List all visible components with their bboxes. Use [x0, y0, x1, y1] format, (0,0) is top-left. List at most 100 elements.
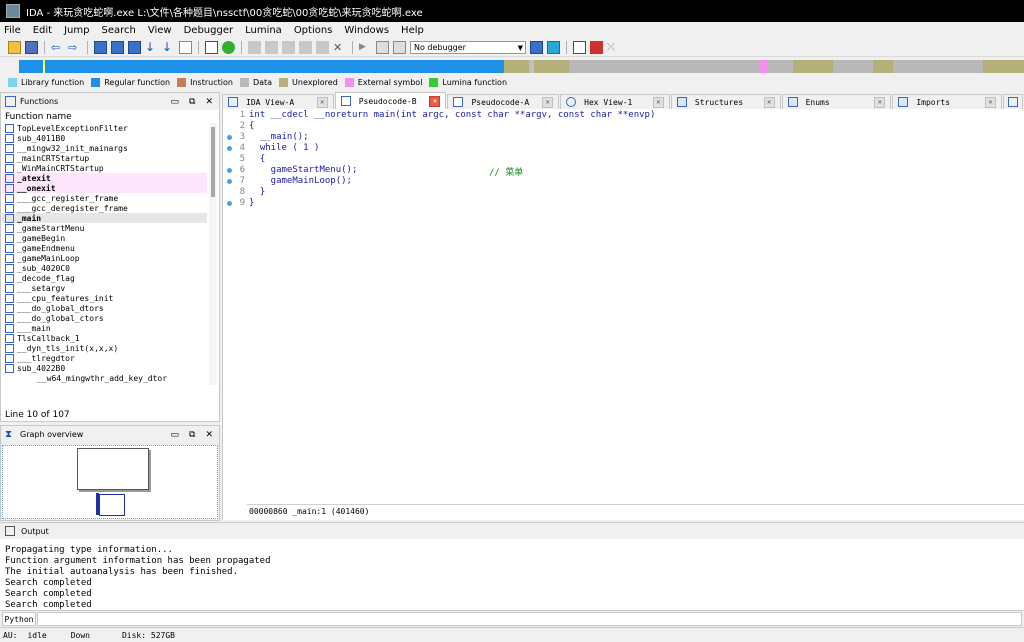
menu-options[interactable]: Options [294, 25, 333, 36]
function-row[interactable]: _decode_flag [2, 273, 207, 283]
breakpoint-dot-icon[interactable] [227, 146, 232, 151]
graph-view-icon[interactable] [205, 41, 218, 54]
close-pane-icon[interactable]: ✕ [205, 97, 213, 107]
function-row[interactable]: __mingw32_init_mainargs [2, 143, 207, 153]
search-next-icon[interactable] [128, 41, 141, 54]
function-row[interactable]: ___gcc_deregister_frame [2, 203, 207, 213]
tab-hex-view-1[interactable]: Hex View-1 ✕ [560, 94, 670, 109]
jump-down-icon[interactable]: ↓ [145, 41, 158, 54]
function-row[interactable]: ___do_global_ctors [2, 313, 207, 323]
function-row[interactable]: ___do_global_dtors [2, 303, 207, 313]
close-tab-icon[interactable]: ✕ [429, 95, 441, 107]
function-row[interactable]: _sub_4020C0 [2, 263, 207, 273]
menu-lumina[interactable]: Lumina [245, 25, 282, 36]
output-log[interactable]: Propagating type information... Function… [5, 545, 271, 611]
function-row[interactable]: ___gcc_register_frame [2, 193, 207, 203]
close-tab-icon[interactable]: ✕ [652, 96, 664, 108]
binary-search-icon[interactable] [94, 41, 107, 54]
hex-icon[interactable] [282, 41, 295, 54]
attach-process-icon[interactable] [547, 41, 560, 54]
python-command-input[interactable] [37, 612, 1022, 626]
code-line[interactable]: 6 gameStartMenu();// 菜单 [223, 165, 1003, 178]
breakpoint-dot-icon[interactable] [227, 201, 232, 206]
function-name-column-header[interactable]: Function name [5, 112, 72, 122]
python-language-button[interactable]: Python [2, 612, 36, 626]
close-tab-icon[interactable]: ✕ [763, 96, 775, 108]
function-row[interactable]: TopLevelExceptionFilter [2, 123, 207, 133]
menu-debugger[interactable]: Debugger [184, 25, 234, 36]
delete-breakpoint-icon[interactable]: ⤫ [607, 41, 620, 54]
breakpoint-dot-icon[interactable] [227, 179, 232, 184]
float-pane-icon[interactable]: ⧉ [189, 430, 195, 440]
float-pane-icon[interactable]: ⧉ [189, 97, 195, 107]
navigation-band[interactable] [19, 60, 1024, 73]
function-row[interactable]: _gameStartMenu [2, 223, 207, 233]
text-format-icon[interactable] [179, 41, 192, 54]
run-analysis-icon[interactable] [222, 41, 235, 54]
text-search-icon[interactable] [111, 41, 124, 54]
add-breakpoint-icon[interactable] [590, 41, 603, 54]
function-row[interactable]: _atexit [2, 173, 207, 183]
code-line[interactable]: 9} [223, 198, 1003, 209]
stop-icon[interactable] [393, 41, 406, 54]
segments-icon[interactable] [316, 41, 329, 54]
function-row[interactable]: ___cpu_features_init [2, 293, 207, 303]
function-row-selected[interactable]: _main [2, 213, 207, 223]
close-tab-icon[interactable]: ✕ [985, 96, 997, 108]
breakpoint-dot-icon[interactable] [227, 168, 232, 173]
function-row[interactable]: __onexit [2, 183, 207, 193]
code-line[interactable]: 8 } [223, 187, 1003, 198]
graph-node-loop[interactable] [99, 494, 125, 516]
menu-edit[interactable]: Edit [33, 25, 52, 36]
patch-icon[interactable] [248, 41, 261, 54]
code-line[interactable]: 5 { [223, 154, 1003, 165]
code-line[interactable]: 2{ [223, 121, 1003, 132]
menu-windows[interactable]: Windows [344, 25, 389, 36]
graph-node-main[interactable] [77, 448, 149, 490]
menu-search[interactable]: Search [102, 25, 136, 36]
forward-arrow-icon[interactable]: ⇨ [68, 41, 81, 54]
code-line[interactable]: 7 gameMainLoop(); [223, 176, 1003, 187]
code-line[interactable]: 3 __main(); [223, 132, 1003, 143]
function-row[interactable]: _mainCRTStartup [2, 153, 207, 163]
close-x-icon[interactable]: ✕ [333, 41, 346, 54]
function-row[interactable]: __w64_mingwthr_add_key_dtor [2, 373, 207, 383]
close-tab-icon[interactable]: ✕ [874, 96, 886, 108]
functions-scrollbar[interactable] [209, 123, 217, 385]
menu-jump[interactable]: Jump [64, 25, 89, 36]
function-row[interactable]: sub_4022B0 [2, 363, 207, 373]
code-line[interactable]: 1 int __cdecl __noreturn main(int argc, c… [223, 110, 1003, 121]
tab-overflow[interactable] [1003, 94, 1024, 109]
maximize-pane-icon[interactable]: ▭ [171, 97, 180, 107]
code-line[interactable]: 4 while ( 1 ) [223, 143, 1003, 154]
tab-imports[interactable]: Imports ✕ [892, 94, 1003, 109]
tab-pseudocode-a[interactable]: Pseudocode-A ✕ [447, 94, 560, 109]
pause-icon[interactable] [376, 41, 389, 54]
tab-enums[interactable]: Enums ✕ [781, 94, 892, 109]
function-row[interactable]: sub_4011B0 [2, 133, 207, 143]
close-tab-icon[interactable]: ✕ [542, 96, 554, 108]
breakpoint-dot-icon[interactable] [227, 135, 232, 140]
close-pane-icon[interactable]: ✕ [205, 430, 213, 440]
jump-down-alt-icon[interactable]: ↓ [162, 41, 175, 54]
breakpoint-list-icon[interactable] [573, 41, 586, 54]
menu-file[interactable]: File [4, 25, 21, 36]
menu-view[interactable]: View [148, 25, 172, 36]
back-arrow-icon[interactable]: ⇦ [51, 41, 64, 54]
function-row[interactable]: _gameMainLoop [2, 253, 207, 263]
tab-pseudocode-b[interactable]: Pseudocode-B ✕ [334, 92, 447, 109]
tools-icon[interactable] [299, 41, 312, 54]
save-icon[interactable] [25, 41, 38, 54]
debugger-select[interactable]: No debugger ▼ [410, 41, 526, 54]
maximize-pane-icon[interactable]: ▭ [171, 430, 180, 440]
structs-icon[interactable] [265, 41, 278, 54]
menu-help[interactable]: Help [401, 25, 424, 36]
function-row[interactable]: _gameEndmenu [2, 243, 207, 253]
function-row[interactable]: _gameBegin [2, 233, 207, 243]
play-icon[interactable]: ▶ [359, 41, 372, 54]
function-row[interactable]: ___main [2, 323, 207, 333]
tab-ida-view-a[interactable]: IDA View-A ✕ [222, 94, 334, 109]
function-row[interactable]: ___tlregdtor [2, 353, 207, 363]
debug-settings-icon[interactable] [530, 41, 543, 54]
function-row[interactable]: TlsCallback_1 [2, 333, 207, 343]
